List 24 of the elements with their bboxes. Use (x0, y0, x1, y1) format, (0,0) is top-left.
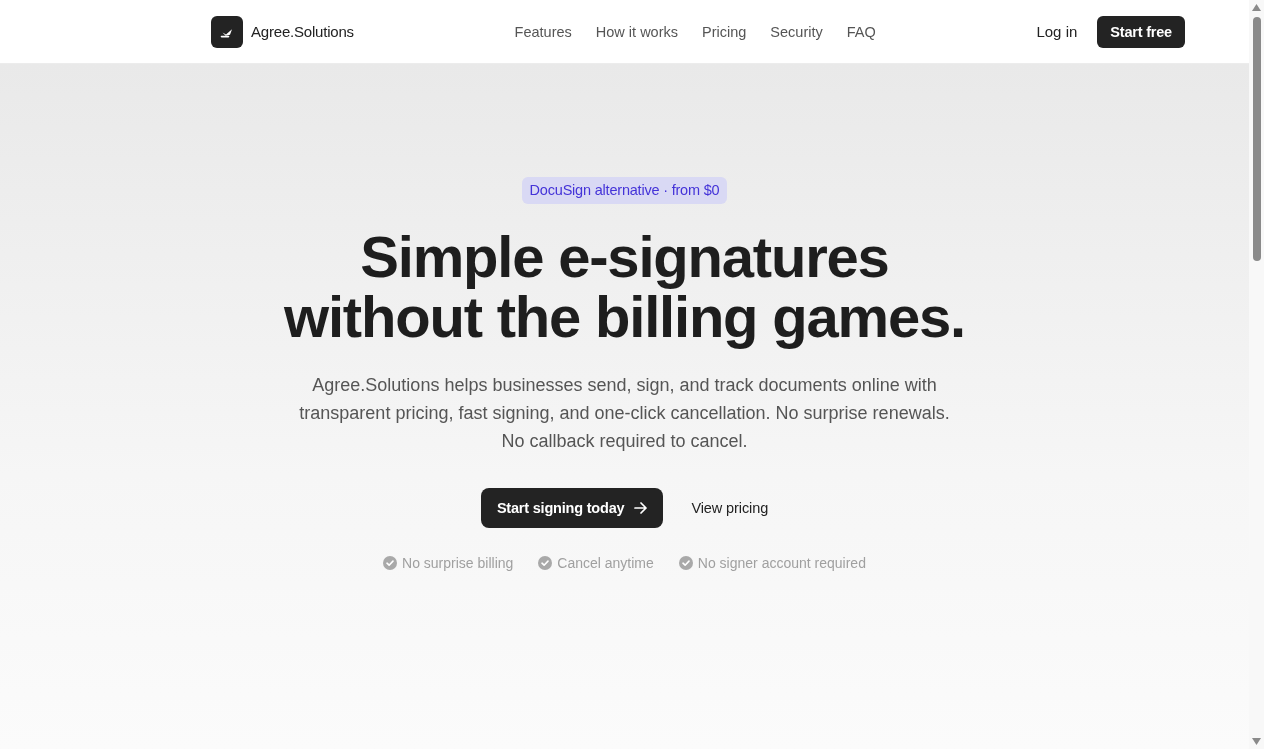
nav-link[interactable]: Security (770, 23, 823, 40)
assurance-text: Cancel anytime (557, 555, 654, 571)
view-pricing-link[interactable]: View pricing (691, 500, 769, 516)
nav-link[interactable]: FAQ (846, 23, 876, 40)
start-signing-button[interactable]: Start signing today (480, 488, 664, 528)
hero-headline: Simple e-signatures without the billing games. (284, 227, 965, 347)
hero-description: Agree.Solutions helps businesses send, sign, and track documents online with transparent pricing, fast signing, and one-click cancellation. No surprise renewals. No callback required to cancel. (298, 374, 951, 453)
scroll-up-icon[interactable] (1252, 4, 1261, 11)
assurance-text: No signer account required (697, 555, 866, 571)
check-circle-icon (538, 556, 553, 570)
nav-link[interactable]: How it works (595, 23, 678, 40)
brand-name[interactable]: Agree.Solutions (251, 23, 354, 40)
tagline-badge: DocuSign alternative · from $0 (521, 177, 728, 204)
check-circle-icon (383, 556, 398, 570)
scroll-down-icon[interactable] (1252, 738, 1261, 745)
assurance-text: No surprise billing (402, 555, 514, 571)
start-free-button[interactable]: Start free (1097, 15, 1185, 48)
scroll-thumb[interactable] (1252, 17, 1261, 261)
logo-icon (211, 15, 243, 48)
nav-link[interactable]: Features (514, 23, 572, 40)
arrow-right-icon (634, 502, 648, 514)
nav-link[interactable]: Pricing (702, 23, 747, 40)
login-link[interactable]: Log in (1036, 23, 1078, 40)
check-circle-icon (678, 556, 693, 570)
